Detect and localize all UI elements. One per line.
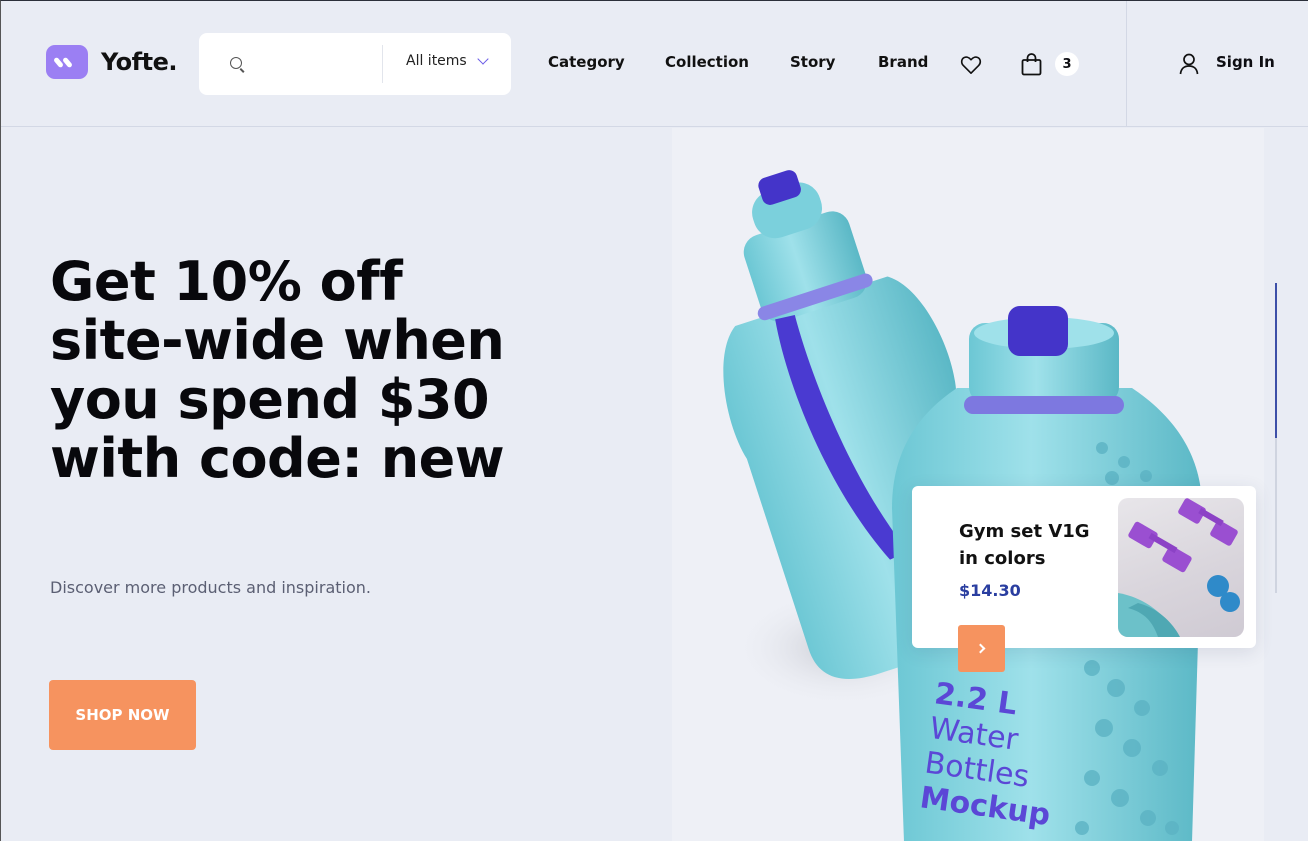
search-input[interactable] <box>255 49 375 79</box>
search-bar: All items <box>199 33 511 95</box>
shop-now-button[interactable]: SHOP NOW <box>49 680 196 750</box>
product-name: Gym set V1G in colors <box>959 521 1090 569</box>
header-divider <box>1126 1 1127 127</box>
arrow-right-icon <box>975 643 985 654</box>
logo-icon <box>46 45 88 79</box>
site-header: Yofte. All items Category Collection Sto… <box>1 1 1308 127</box>
hero-product-image: 2.2 L Water Bottles Mockup <box>672 128 1264 841</box>
chevron-down-icon <box>477 52 489 65</box>
product-price: $14.30 <box>959 581 1021 600</box>
search-divider <box>382 45 383 83</box>
cart-count-badge: 3 <box>1055 52 1079 76</box>
dumbbells-image <box>1118 498 1240 637</box>
nav-collection[interactable]: Collection <box>665 53 749 71</box>
heart-icon[interactable] <box>960 55 982 75</box>
sign-in-link[interactable]: Sign In <box>1216 53 1275 71</box>
user-icon[interactable] <box>1179 53 1199 75</box>
nav-category[interactable]: Category <box>548 53 625 71</box>
category-select-label: All items <box>406 53 467 69</box>
brand-name: Yofte. <box>101 48 177 76</box>
hero-subtitle: Discover more products and inspiration. <box>50 578 371 597</box>
nav-story[interactable]: Story <box>790 53 835 71</box>
hero-title: Get 10% off site-wide when you spend $30… <box>50 250 505 490</box>
product-thumbnail <box>1118 498 1244 637</box>
product-card[interactable]: Gym set V1G in colors $14.30 <box>912 486 1256 648</box>
category-select[interactable]: All items <box>406 52 489 69</box>
bag-icon[interactable] <box>1021 52 1042 76</box>
brand-logo[interactable]: Yofte. <box>46 45 177 79</box>
water-bottles-illustration: 2.2 L Water Bottles Mockup <box>723 170 1202 841</box>
product-next-button[interactable] <box>958 625 1005 672</box>
scrollbar-thumb[interactable] <box>1275 283 1277 438</box>
search-icon[interactable] <box>230 57 242 69</box>
nav-brand[interactable]: Brand <box>878 53 928 71</box>
